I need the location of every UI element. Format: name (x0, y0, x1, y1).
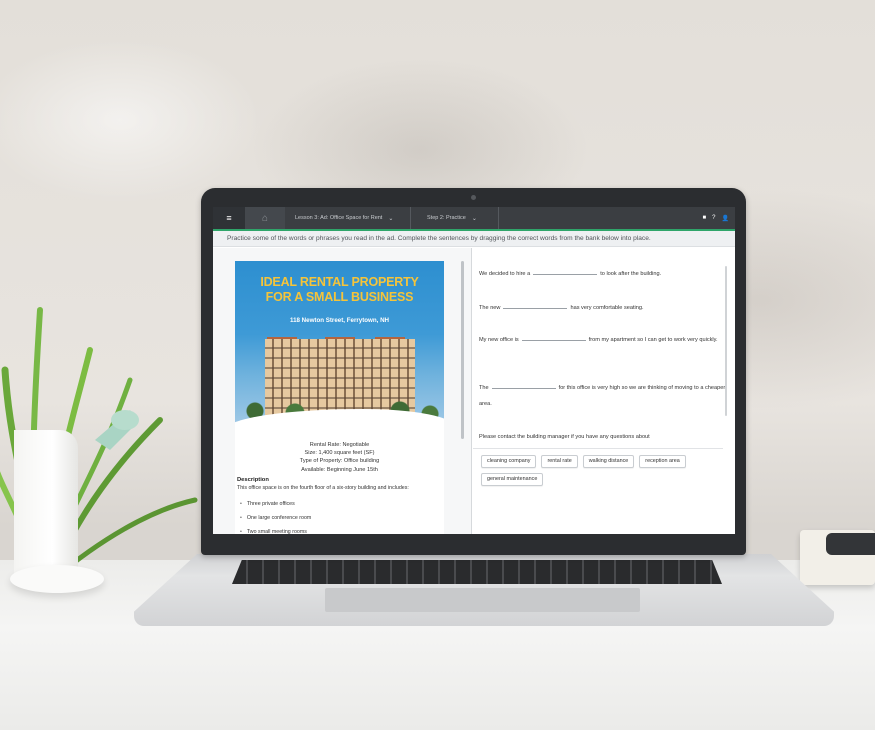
word-bank: cleaning company rental rate walking dis… (481, 455, 721, 486)
sentence: The for this office is very high so we ar… (479, 383, 726, 407)
ad-hero-image: IDEAL RENTAL PROPERTY FOR A SMALL BUSINE… (235, 261, 444, 424)
white-pot (14, 430, 78, 580)
list-item: One large conference room (237, 511, 311, 525)
user-icon[interactable]: 👤 (722, 215, 729, 222)
word-chip[interactable]: reception area (639, 455, 686, 468)
saucer (10, 565, 104, 593)
word-chip[interactable]: walking distance (582, 455, 635, 468)
sentence: We decided to hire a to look after the bu… (479, 269, 662, 277)
webcam (471, 195, 476, 200)
phone (826, 533, 875, 555)
flag-icon[interactable]: ■ (703, 215, 707, 221)
sentence: Please contact the building manager if y… (479, 434, 650, 440)
sentence: The new has very comfortable seating. (479, 303, 644, 311)
instruction-text: Practice some of the words or phrases yo… (213, 231, 735, 247)
step-label: Step 2: Practice (427, 215, 466, 221)
scrollbar[interactable] (725, 266, 727, 416)
laptop-keyboard (232, 560, 722, 584)
help-icon[interactable]: ? (712, 215, 715, 221)
list-item: Two small meeting rooms (237, 525, 311, 534)
word-chip[interactable]: general maintenance (481, 473, 544, 486)
top-navigation-bar: ≡ ⌂ Lesson 3: Ad: Office Space for Rent … (213, 207, 735, 231)
ad-address: 118 Newton Street, Ferrytown, NH (289, 317, 390, 324)
laptop-screen: ≡ ⌂ Lesson 3: Ad: Office Space for Rent … (213, 207, 735, 534)
ad-info: Rental Rate: Negotiable Size: 1,400 squa… (299, 442, 380, 473)
drop-blank[interactable] (533, 269, 598, 275)
chevron-down-icon: ⌄ (471, 215, 477, 222)
list-item: Three private offices (237, 497, 311, 511)
scrollbar[interactable] (461, 261, 464, 439)
divider (473, 448, 723, 449)
topbar-actions: ■ ? 👤 (703, 207, 729, 229)
laptop-trackpad (325, 588, 640, 612)
word-chip[interactable]: cleaning company (481, 455, 537, 468)
sentence: My new office is from my apartment so I c… (479, 335, 718, 343)
description-heading: Description (237, 477, 269, 483)
home-icon[interactable]: ⌂ (245, 207, 285, 229)
ad-title: IDEAL RENTAL PROPERTY FOR A SMALL BUSINE… (260, 275, 419, 304)
feature-list: Three private offices One large conferen… (237, 497, 311, 534)
step-dropdown[interactable]: Step 2: Practice ⌄ (411, 207, 499, 229)
lesson-label: Lesson 3: Ad: Office Space for Rent (295, 215, 383, 221)
description-text: This office space is on the fourth floor… (237, 485, 409, 491)
lesson-dropdown[interactable]: Lesson 3: Ad: Office Space for Rent ⌄ (285, 207, 411, 229)
drop-blank[interactable] (491, 383, 556, 389)
chevron-down-icon: ⌄ (388, 215, 394, 222)
rental-ad: IDEAL RENTAL PROPERTY FOR A SMALL BUSINE… (235, 261, 444, 534)
reading-pane[interactable]: IDEAL RENTAL PROPERTY FOR A SMALL BUSINE… (213, 248, 472, 534)
drop-blank[interactable] (503, 303, 568, 309)
drop-blank[interactable] (521, 335, 586, 341)
exercise-pane: We decided to hire a to look after the bu… (473, 248, 735, 534)
word-chip[interactable]: rental rate (541, 455, 578, 468)
menu-icon[interactable]: ≡ (213, 207, 245, 229)
